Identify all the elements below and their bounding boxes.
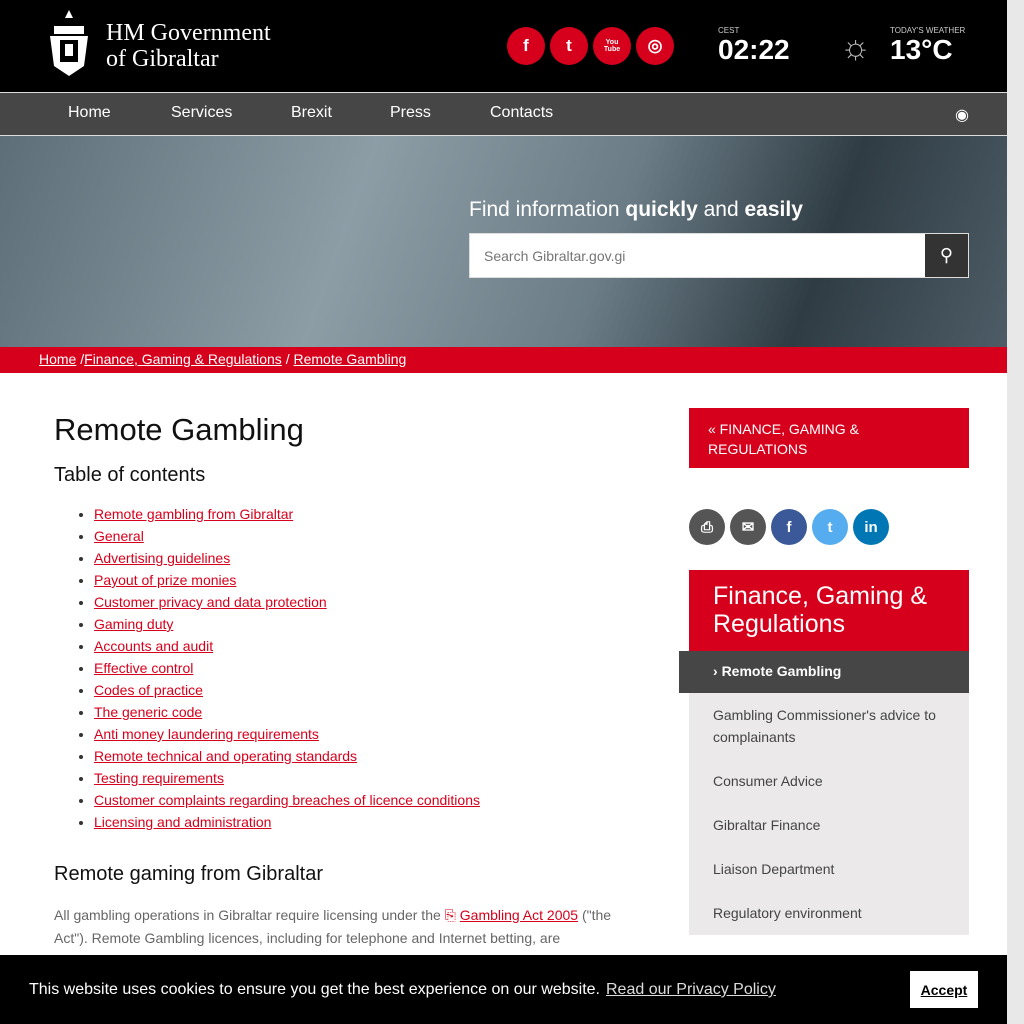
- breadcrumb-home[interactable]: Home: [39, 351, 76, 367]
- cookie-banner: This website uses cookies to ensure you …: [0, 955, 1007, 1024]
- toc-link[interactable]: Gaming duty: [94, 616, 173, 632]
- toc-link[interactable]: Testing requirements: [94, 770, 224, 786]
- toc-link[interactable]: General: [94, 528, 144, 544]
- toc-link[interactable]: Accounts and audit: [94, 638, 213, 654]
- toc-item: Codes of practice: [94, 679, 624, 701]
- logo-line1: HM Government: [106, 20, 271, 46]
- side-item[interactable]: Gibraltar Finance: [689, 803, 969, 847]
- search-input[interactable]: [470, 234, 925, 277]
- toc-item: Accounts and audit: [94, 635, 624, 657]
- temperature: 13°C: [890, 34, 953, 65]
- toc-link[interactable]: Advertising guidelines: [94, 550, 230, 566]
- toc-item: Licensing and administration: [94, 811, 624, 833]
- side-item[interactable]: Regulatory environment: [689, 891, 969, 935]
- youtube-icon[interactable]: You Tube: [593, 27, 631, 65]
- gambling-act-link[interactable]: Gambling Act 2005: [460, 907, 578, 923]
- header: HM Government of Gibraltar f t You Tube ◎…: [0, 0, 1007, 92]
- side-item[interactable]: Gambling Commissioner's advice to compla…: [689, 693, 969, 759]
- breadcrumb-current[interactable]: Remote Gambling: [293, 351, 406, 367]
- side-item[interactable]: Consumer Advice: [689, 759, 969, 803]
- toc-item: General: [94, 525, 624, 547]
- toc-item: Customer privacy and data protection: [94, 591, 624, 613]
- email-icon[interactable]: ✉: [730, 509, 766, 545]
- page-title: Remote Gambling: [54, 412, 304, 447]
- nav-press[interactable]: Press: [390, 104, 431, 122]
- toc-item: The generic code: [94, 701, 624, 723]
- search-button[interactable]: ⚲: [925, 234, 968, 277]
- toc-item: Customer complaints regarding breaches o…: [94, 789, 624, 811]
- sun-icon: ☼: [840, 28, 872, 66]
- toc-title: Table of contents: [54, 464, 206, 486]
- main-nav: Home Services Brexit Press Contacts ◉: [0, 92, 1007, 136]
- toc-link[interactable]: Licensing and administration: [94, 814, 271, 830]
- toc-item: Gaming duty: [94, 613, 624, 635]
- back-button[interactable]: « FINANCE, GAMING & REGULATIONS: [689, 408, 969, 468]
- breadcrumb: Home /Finance, Gaming & Regulations / Re…: [0, 347, 1007, 373]
- crest-icon: [50, 10, 88, 76]
- print-icon[interactable]: ⎙: [689, 509, 725, 545]
- eye-icon[interactable]: ◉: [955, 105, 969, 125]
- side-menu: Finance, Gaming & Regulations › Remote G…: [679, 570, 969, 935]
- toc-list: Remote gambling from Gibraltar General Adv…: [94, 503, 624, 833]
- toc-link[interactable]: Remote technical and operating standards: [94, 748, 357, 764]
- side-menu-title: Finance, Gaming & Regulations: [689, 570, 969, 651]
- breadcrumb-finance[interactable]: Finance, Gaming & Regulations: [84, 351, 282, 367]
- cookie-text: This website uses cookies to ensure you …: [29, 981, 600, 998]
- facebook-icon[interactable]: f: [507, 27, 545, 65]
- accept-button[interactable]: Accept: [910, 971, 978, 1008]
- toc-item: Remote gambling from Gibraltar: [94, 503, 624, 525]
- toc-item: Testing requirements: [94, 767, 624, 789]
- search-icon: ⚲: [939, 245, 954, 265]
- scrollbar[interactable]: [1007, 0, 1024, 1024]
- instagram-icon[interactable]: ◎: [636, 27, 674, 65]
- toc-link[interactable]: Codes of practice: [94, 682, 203, 698]
- paragraph: All gambling operations in Gibraltar req…: [54, 907, 612, 946]
- toc-item: Advertising guidelines: [94, 547, 624, 569]
- linkedin-share-icon[interactable]: in: [853, 509, 889, 545]
- toc-item: Remote technical and operating standards: [94, 745, 624, 767]
- toc-item: Anti money laundering requirements: [94, 723, 624, 745]
- side-item-active[interactable]: › Remote Gambling: [679, 651, 969, 693]
- toc-link[interactable]: Customer privacy and data protection: [94, 594, 327, 610]
- nav-services[interactable]: Services: [171, 104, 232, 122]
- toc-link[interactable]: Customer complaints regarding breaches o…: [94, 792, 480, 808]
- twitter-icon[interactable]: t: [550, 27, 588, 65]
- time: 02:22: [718, 34, 790, 65]
- logo[interactable]: HM Government of Gibraltar: [40, 8, 271, 84]
- section-title: Remote gaming from Gibraltar: [54, 863, 323, 885]
- toc-item: Effective control: [94, 657, 624, 679]
- nav-contacts[interactable]: Contacts: [490, 104, 553, 122]
- facebook-share-icon[interactable]: f: [771, 509, 807, 545]
- side-item[interactable]: Liaison Department: [689, 847, 969, 891]
- privacy-link[interactable]: Read our Privacy Policy: [606, 981, 776, 998]
- toc-link[interactable]: Payout of prize monies: [94, 572, 236, 588]
- logo-line2: of Gibraltar: [106, 46, 219, 72]
- pdf-icon: ⎘: [444, 907, 460, 923]
- toc-link[interactable]: Remote gambling from Gibraltar: [94, 506, 293, 522]
- toc-link[interactable]: Effective control: [94, 660, 193, 676]
- nav-home[interactable]: Home: [68, 104, 111, 122]
- toc-item: Payout of prize monies: [94, 569, 624, 591]
- hero-title: Find information quickly and easily: [469, 198, 803, 221]
- toc-link[interactable]: Anti money laundering requirements: [94, 726, 319, 742]
- hero: Find information quickly and easily ⚲: [0, 136, 1007, 347]
- twitter-share-icon[interactable]: t: [812, 509, 848, 545]
- toc-link[interactable]: The generic code: [94, 704, 202, 720]
- nav-brexit[interactable]: Brexit: [291, 104, 332, 122]
